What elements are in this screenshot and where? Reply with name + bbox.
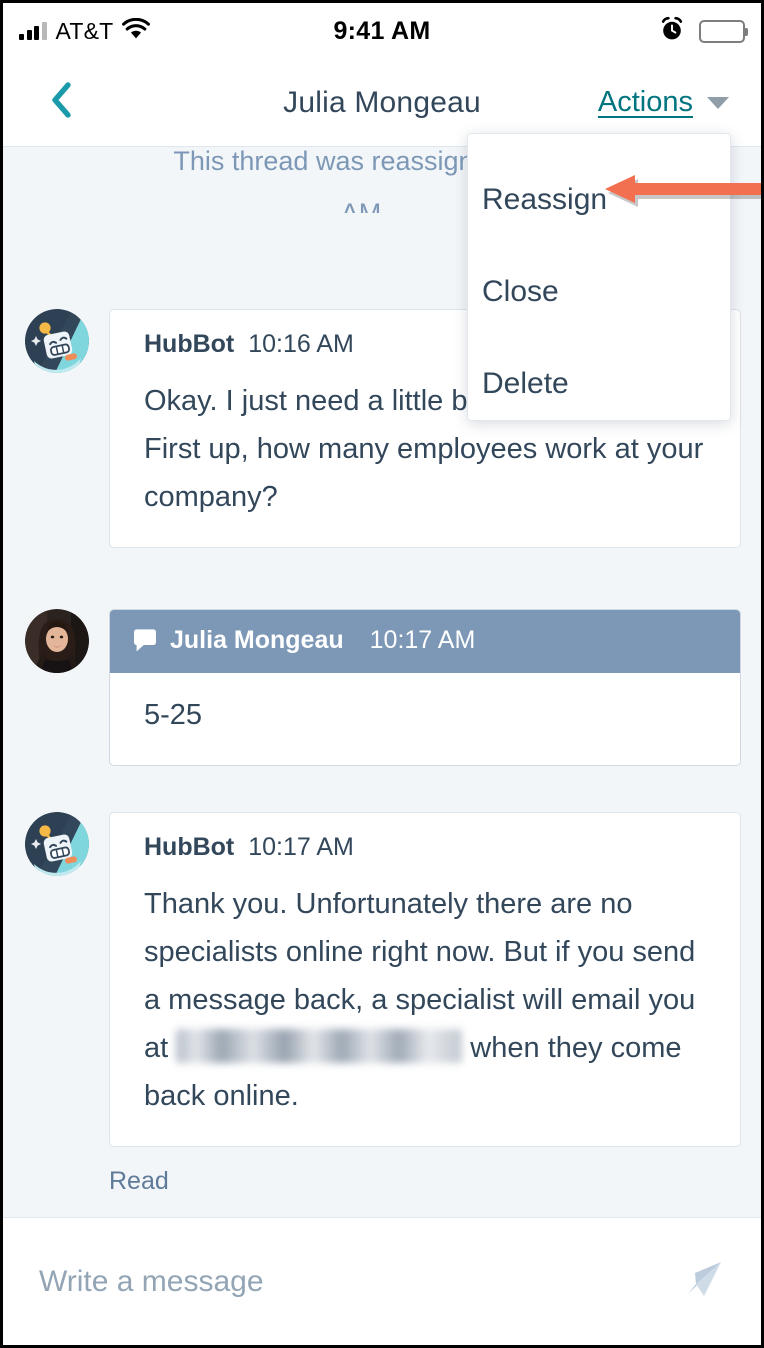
chat-bubble-icon	[132, 628, 158, 653]
message-text: Thank you. Unfortunately there are no sp…	[110, 862, 740, 1146]
julia-mongeau-photo-avatar	[25, 609, 89, 673]
menu-item-delete[interactable]: Delete	[468, 354, 730, 446]
message-composer	[3, 1217, 761, 1345]
redacted-email-address	[176, 1029, 463, 1063]
message-bubble: Julia Mongeau 10:17 AM 5-25	[109, 609, 741, 766]
message-row-julia: Julia Mongeau 10:17 AM 5-25	[3, 609, 761, 766]
send-button[interactable]	[683, 1258, 725, 1305]
actions-dropdown-menu[interactable]: Reassign Close Delete	[467, 133, 731, 421]
actions-label: Actions	[597, 86, 693, 118]
battery-full-icon	[699, 19, 748, 43]
message-bubble: HubBot 10:17 AM Thank you. Unfortunately …	[109, 812, 741, 1147]
message-time: 10:16 AM	[248, 330, 354, 358]
read-receipt: Read	[109, 1167, 169, 1195]
message-time: 10:17 AM	[248, 833, 354, 861]
message-input[interactable]	[39, 1264, 683, 1299]
status-bar: AT&T 9:41 AM	[3, 3, 761, 59]
alarm-clock-icon	[659, 16, 685, 47]
clock-label: 9:41 AM	[333, 16, 431, 45]
message-time: 10:17 AM	[369, 626, 476, 654]
send-paper-plane-icon	[683, 1258, 725, 1305]
status-bar-center: 9:41 AM	[3, 3, 761, 59]
message-sender: HubBot	[144, 833, 235, 861]
hubbot-robot-avatar	[25, 812, 89, 876]
menu-item-close[interactable]: Close	[468, 262, 730, 354]
message-header: Julia Mongeau 10:17 AM	[110, 610, 740, 673]
message-sender: HubBot	[144, 330, 235, 358]
phone-screen: AT&T 9:41 AM Julia Mongeau Actions This …	[0, 0, 764, 1348]
hubbot-robot-avatar	[25, 309, 89, 373]
menu-item-reassign[interactable]: Reassign	[468, 170, 730, 262]
message-text: 5-25	[144, 699, 203, 731]
message-header: HubBot 10:17 AM	[110, 813, 740, 862]
message-row-hubbot-2: HubBot 10:17 AM Thank you. Unfortunately …	[3, 812, 761, 1147]
actions-menu-button[interactable]: Actions	[598, 86, 729, 119]
status-bar-right	[659, 3, 748, 59]
message-sender: Julia Mongeau	[170, 626, 344, 654]
chevron-down-icon	[707, 96, 729, 109]
